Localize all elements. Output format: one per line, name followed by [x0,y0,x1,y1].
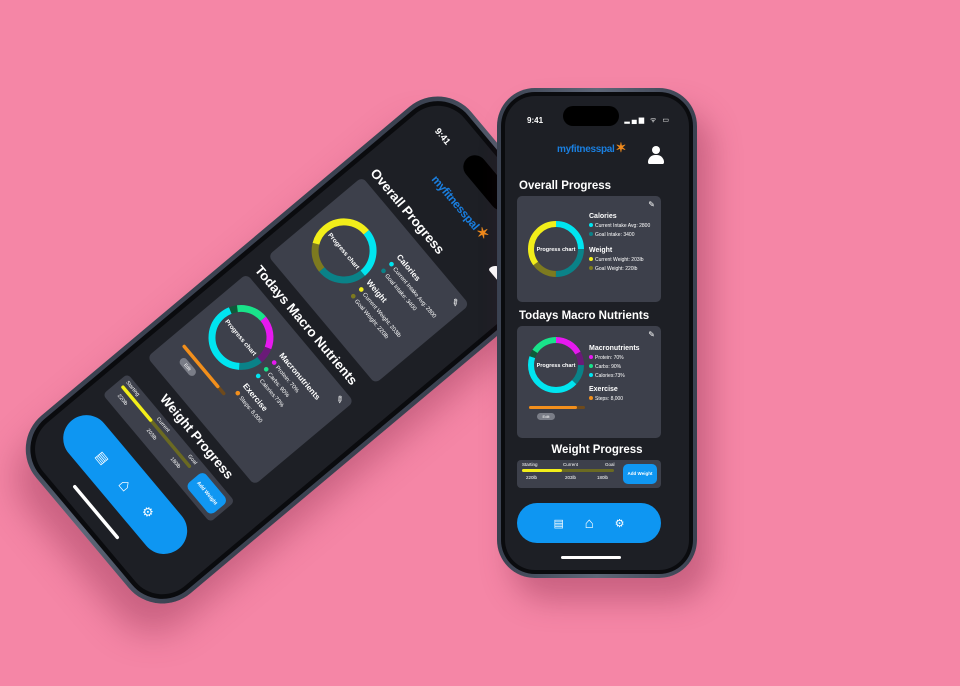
logo-text: myfitnesspal [557,144,615,155]
starting-label: Starting [522,462,538,467]
legend-current-weight: Current Weight: 203lb [589,256,650,265]
steps-progress-bar [529,406,577,409]
edit-pencil-icon[interactable]: ✎ [648,330,655,339]
weight-progress-bar [522,469,562,472]
macronutrients-title: Macronutrients [589,345,640,352]
weight-title: Weight [589,247,613,254]
legend-calories: Calories:73% [589,372,640,381]
notebook-icon[interactable]: ▤ [93,448,112,467]
status-icons: ▂▄▆ ᯤ ▭ [624,117,671,124]
phone-upright: 9:41 ▂▄▆ ᯤ ▭ myfitnesspal✶ Overall Progr… [497,88,697,578]
legend-goal-intake: Goal Intake: 3400 [589,231,650,240]
home-icon[interactable]: ⌂ [114,474,136,495]
legend-steps: Steps: 8,000 [589,395,640,404]
chart-label: Progress chart [536,247,576,253]
current-value: 203lb [565,475,577,480]
goal-label: Goal [605,462,615,467]
macro-card: ✎ Progress chart Edit Macronutrients Pro… [517,326,661,438]
macro-title: Todays Macro Nutrients [519,310,650,322]
add-weight-button[interactable]: Add Weight [623,464,657,484]
logo-figure-icon: ✶ [615,140,627,155]
home-icon[interactable]: ⌂ [585,515,594,532]
dynamic-island [563,106,619,126]
notebook-icon[interactable]: ▤ [553,517,563,530]
current-label: Current [563,462,579,467]
home-indicator [561,556,621,559]
edit-pencil-icon[interactable]: ✎ [648,200,655,209]
weight-progress-title: Weight Progress [551,444,643,456]
weight-card: Starting Current Goal 220lb 203lb 180lb … [517,460,661,488]
app-logo: myfitnesspal✶ [557,140,626,156]
app-screen: 9:41 ▂▄▆ ᯤ ▭ myfitnesspal✶ Overall Progr… [20,91,580,609]
goal-value: 180lb [597,475,609,480]
legend-carbs: Carbs: 90% [589,363,640,372]
calories-legend: Calories Current Intake Avg: 2800 Goal I… [589,212,650,274]
settings-icon[interactable]: ⚙ [139,503,158,521]
status-time: 9:41 [432,125,453,147]
user-icon[interactable] [647,146,665,166]
app-screen: 9:41 ▂▄▆ ᯤ ▭ myfitnesspal✶ Overall Progr… [505,96,689,570]
starting-value: 220lb [526,475,538,480]
edit-button[interactable]: Edit [537,413,555,420]
bottom-nav: ▤ ⌂ ⚙ [517,503,661,543]
legend-current-intake: Current Intake Avg: 2800 [589,222,650,231]
legend-goal-weight: Goal Weight: 220lb [589,265,650,274]
settings-icon[interactable]: ⚙ [615,517,625,530]
edit-pencil-icon[interactable]: ✎ [333,393,346,406]
overall-progress-title: Overall Progress [519,180,612,192]
exercise-title: Exercise [589,386,618,393]
chart-label: Progress chart [536,363,576,369]
status-time: 9:41 [527,116,544,125]
edit-pencil-icon[interactable]: ✎ [448,296,461,309]
overall-progress-card: ✎ Progress chart Calories Current Intake… [517,196,661,302]
legend-protein: Protein: 70% [589,354,640,363]
calories-title: Calories [589,213,617,220]
